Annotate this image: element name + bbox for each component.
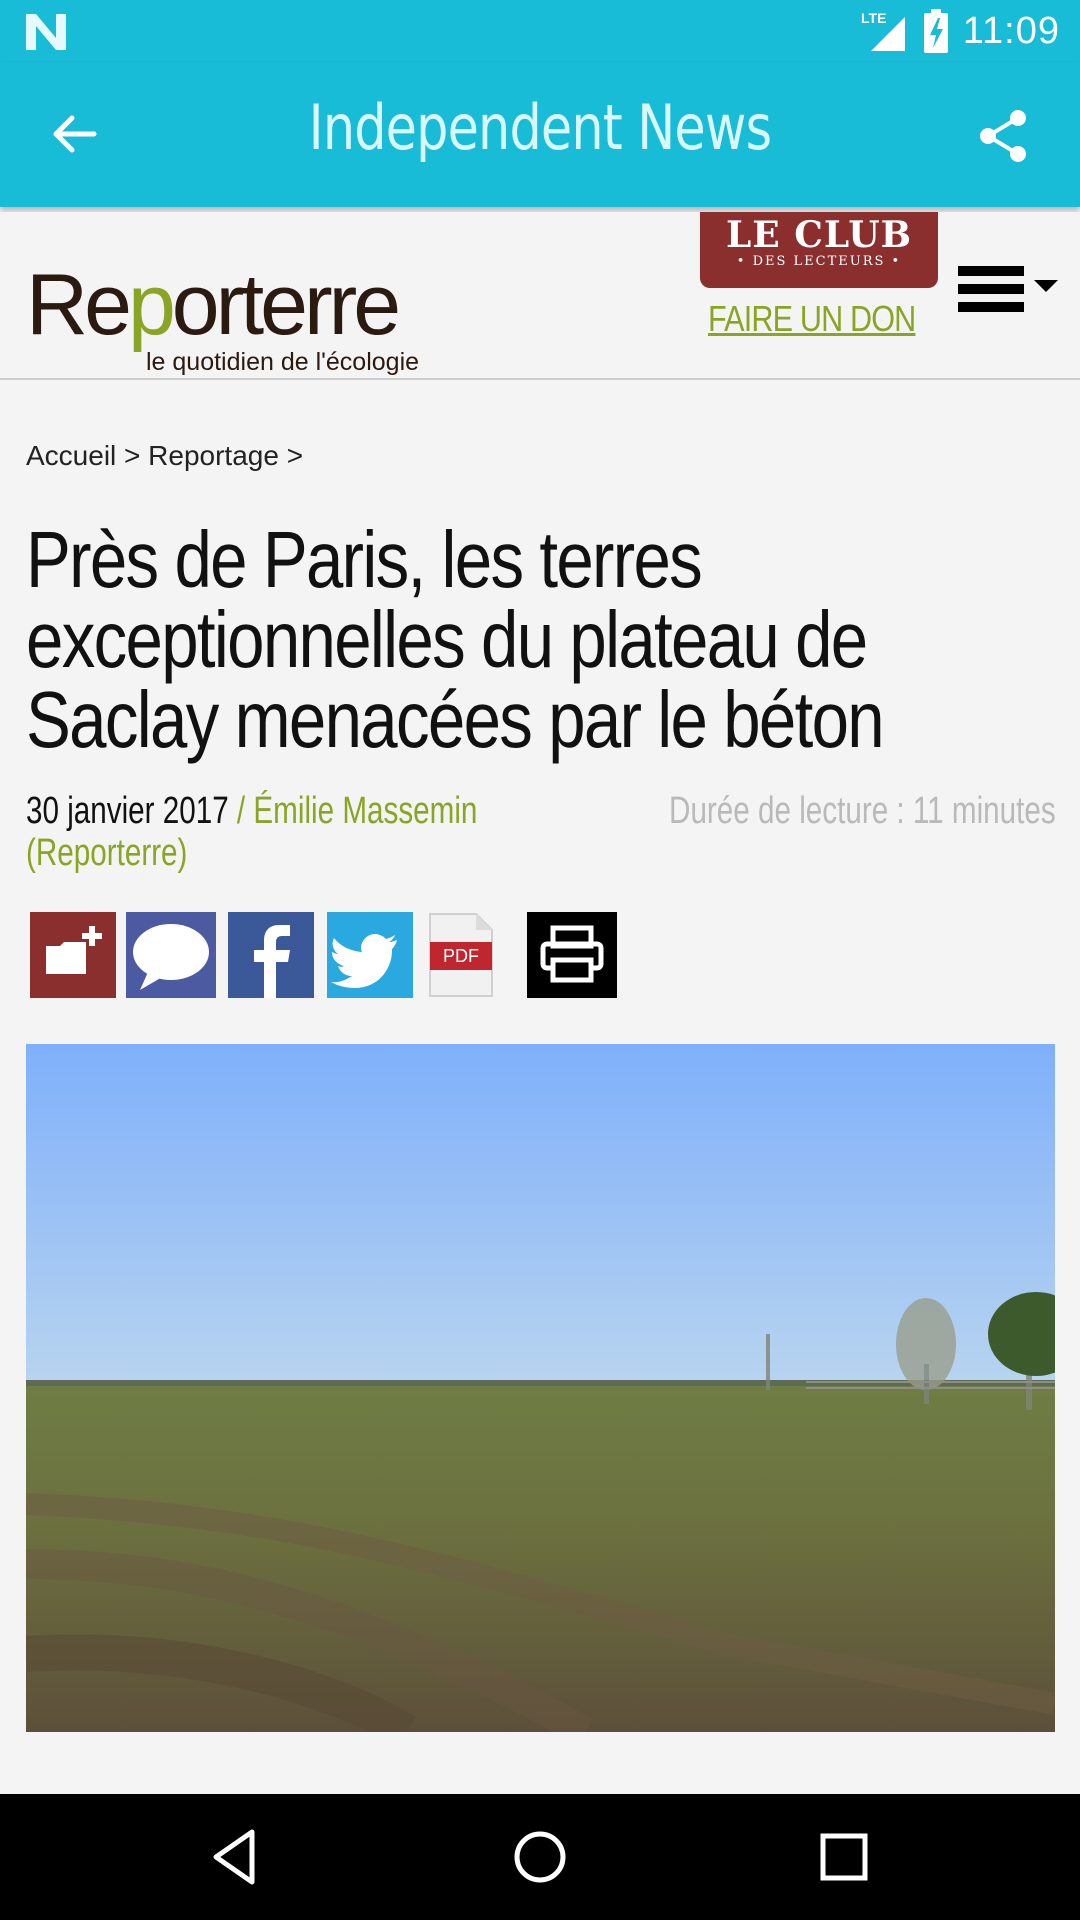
donate-link[interactable]: FAIRE UN DON	[708, 298, 916, 340]
app-bar: Independent News	[0, 63, 1080, 207]
share-icon[interactable]	[976, 108, 1032, 164]
site-header: Reporterre le quotidien de l'écologie LE…	[0, 212, 1080, 380]
n-icon	[26, 14, 66, 50]
breadcrumb[interactable]: Accueil > Reportage >	[26, 440, 303, 472]
hamburger-menu-icon[interactable]	[958, 256, 1062, 326]
svg-text:LTE: LTE	[861, 10, 886, 26]
club-subtitle: • DES LECTEURS •	[736, 254, 902, 269]
signal-icon: LTE	[861, 10, 905, 51]
logo-wordmark: Reporterre	[26, 257, 401, 353]
article-meta: 30 janvier 2017 30 janvier 2017 / Émilie…	[26, 790, 1056, 880]
back-triangle-icon[interactable]	[204, 1824, 270, 1890]
author-name[interactable]: / Émilie Massemin (Reporterre)	[26, 790, 477, 874]
twitter-icon[interactable]	[327, 912, 413, 998]
status-time: 11:09	[962, 9, 1060, 52]
printer-icon[interactable]	[527, 912, 617, 998]
article-author[interactable]: 30 janvier 2017 / Émilie Massemin (Repor…	[26, 790, 525, 874]
club-des-lecteurs-banner[interactable]: LE CLUB • DES LECTEURS •	[700, 212, 938, 288]
svg-text:PDF: PDF	[443, 946, 479, 966]
club-title: LE CLUB	[725, 214, 913, 256]
article-headline: Près de Paris, les terres exceptionnelle…	[26, 515, 885, 764]
article-photo	[26, 1044, 1055, 1732]
facebook-icon[interactable]	[228, 912, 314, 998]
reporterre-logo[interactable]: Reporterre le quotidien de l'écologie	[26, 257, 419, 376]
home-circle-icon[interactable]	[507, 1824, 573, 1890]
status-bar: LTE 11:09	[0, 0, 1080, 63]
speech-bubble-icon[interactable]	[126, 912, 216, 998]
pdf-icon[interactable]: PDF	[426, 912, 496, 998]
arrow-left-icon[interactable]	[48, 108, 100, 160]
reading-time: Durée de lecture : 11 minutes	[669, 790, 1056, 832]
logo-tagline: le quotidien de l'écologie	[146, 348, 420, 376]
folder-add-icon[interactable]	[30, 912, 116, 998]
app-title: Independent News	[308, 91, 772, 164]
recents-square-icon[interactable]	[811, 1824, 877, 1890]
system-nav-bar	[0, 1794, 1080, 1920]
battery-charging-icon	[923, 9, 948, 53]
